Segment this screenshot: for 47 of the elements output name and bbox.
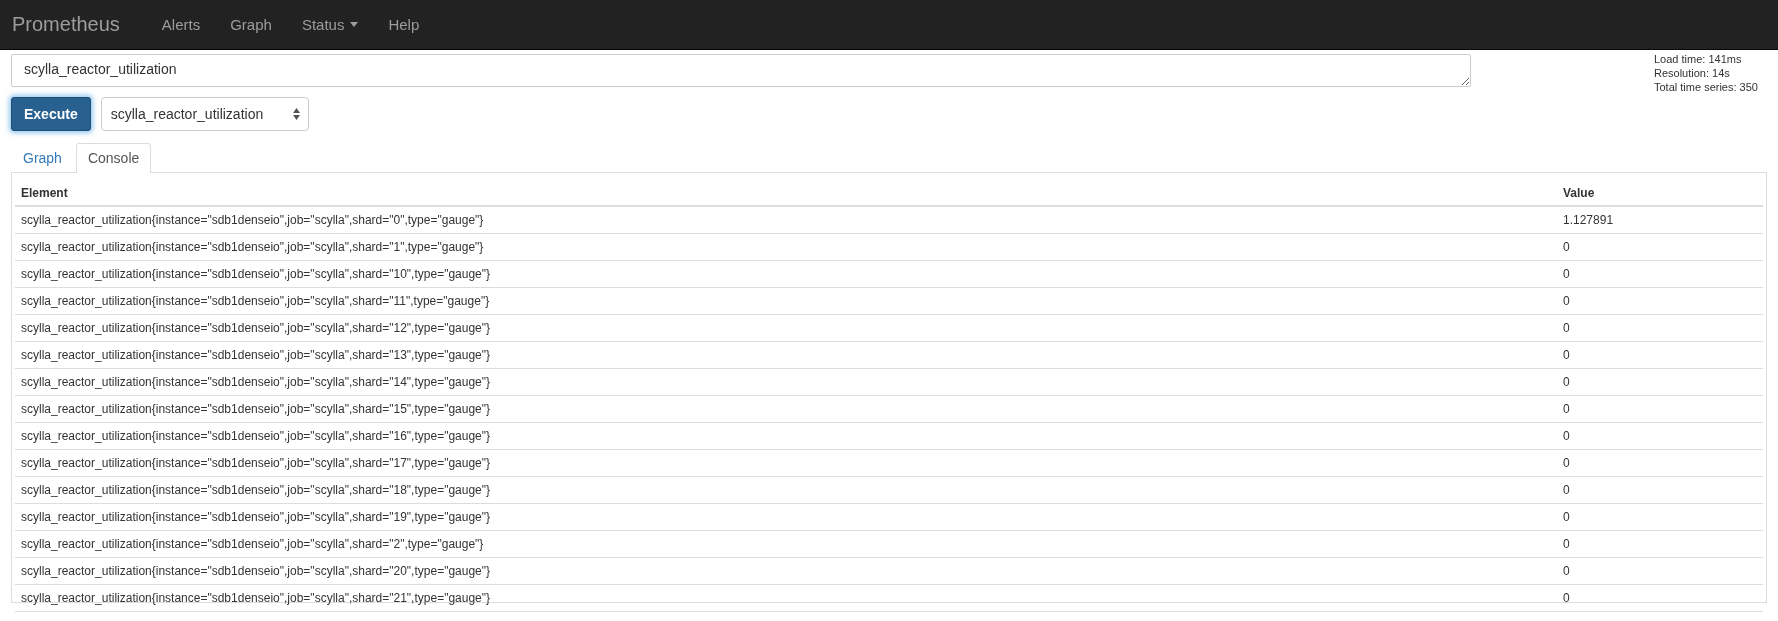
table-cell: 0 bbox=[1557, 449, 1763, 477]
column-header: Value bbox=[1557, 181, 1763, 206]
brand-link[interactable]: Prometheus bbox=[12, 13, 120, 36]
updown-icon bbox=[292, 108, 300, 120]
table-cell: scylla_reactor_utilization{instance="sdb1denseio",job="scylla",shard="1",type="gauge"} bbox=[15, 233, 1557, 261]
table-cell: scylla_reactor_utilization{instance="sdb1denseio",job="scylla",shard="15",type="gauge"} bbox=[15, 395, 1557, 423]
table-cell: 0 bbox=[1557, 314, 1763, 342]
column-header: Element bbox=[15, 181, 1557, 206]
table-cell: scylla_reactor_utilization{instance="sdb1denseio",job="scylla",shard="10",type="gauge"} bbox=[15, 260, 1557, 288]
table-cell: scylla_reactor_utilization{instance="sdb1denseio",job="scylla",shard="16",type="gauge"} bbox=[15, 422, 1557, 450]
table-cell: scylla_reactor_utilization{instance="sdb1denseio",job="scylla",shard="13",type="gauge"} bbox=[15, 341, 1557, 369]
table-cell: 0 bbox=[1557, 584, 1763, 612]
table-cell: 0 bbox=[1557, 530, 1763, 558]
nav-link[interactable]: Graph bbox=[230, 16, 272, 33]
stat-text: Total time series: 350 bbox=[1654, 80, 1759, 94]
table-cell: 0 bbox=[1557, 476, 1763, 504]
table-cell: 0 bbox=[1557, 422, 1763, 450]
table-cell: 1.127891 bbox=[1557, 206, 1763, 234]
stat-text: Resolution: 14s bbox=[1654, 66, 1731, 80]
tab[interactable]: Graph bbox=[11, 143, 74, 172]
table-cell: 0 bbox=[1557, 557, 1763, 585]
table-cell: 0 bbox=[1557, 233, 1763, 261]
table-cell: 0 bbox=[1557, 341, 1763, 369]
tab[interactable]: Console bbox=[75, 143, 152, 173]
nav-link[interactable]: Help bbox=[388, 16, 420, 33]
table-cell: 0 bbox=[1557, 368, 1763, 396]
table-cell: scylla_reactor_utilization{instance="sdb1denseio",job="scylla",shard="11",type="gauge"} bbox=[15, 287, 1557, 315]
execute-button[interactable]: Execute bbox=[11, 97, 91, 131]
status-menu[interactable]: Status bbox=[301, 16, 359, 33]
caret-icon bbox=[350, 22, 359, 27]
table-cell: 0 bbox=[1557, 503, 1763, 531]
table-cell: scylla_reactor_utilization{instance="sdb1denseio",job="scylla",shard="20",type="gauge"} bbox=[15, 557, 1557, 585]
expression-field[interactable]: scylla_reactor_utilization bbox=[11, 54, 1471, 87]
table-cell: scylla_reactor_utilization{instance="sdb1denseio",job="scylla",shard="17",type="gauge"} bbox=[15, 449, 1557, 477]
table-cell: scylla_reactor_utilization{instance="sdb1denseio",job="scylla",shard="14",type="gauge"} bbox=[15, 368, 1557, 396]
table-cell: 0 bbox=[1557, 260, 1763, 288]
table-cell: scylla_reactor_utilization{instance="sdb1denseio",job="scylla",shard="0",type="gauge"} bbox=[15, 206, 1557, 234]
table-cell: scylla_reactor_utilization{instance="sdb1denseio",job="scylla",shard="18",type="gauge"} bbox=[15, 476, 1557, 504]
table-cell: 0 bbox=[1557, 287, 1763, 315]
table-cell: 0 bbox=[1557, 395, 1763, 423]
table-cell: scylla_reactor_utilization{instance="sdb1denseio",job="scylla",shard="2",type="gauge"} bbox=[15, 530, 1557, 558]
table-cell: scylla_reactor_utilization{instance="sdb1denseio",job="scylla",shard="12",type="gauge"} bbox=[15, 314, 1557, 342]
table-cell: scylla_reactor_utilization{instance="sdb1denseio",job="scylla",shard="21",type="gauge"} bbox=[15, 584, 1557, 612]
stat-text: Load time: 141ms bbox=[1654, 52, 1743, 66]
metric-select[interactable]: scylla_reactor_utilization bbox=[100, 97, 309, 131]
nav-link[interactable]: Alerts bbox=[161, 16, 201, 33]
table-cell: scylla_reactor_utilization{instance="sdb1denseio",job="scylla",shard="19",type="gauge"} bbox=[15, 503, 1557, 531]
